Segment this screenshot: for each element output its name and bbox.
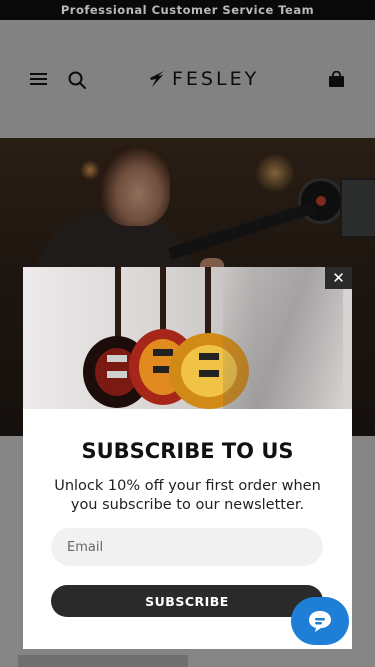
email-input[interactable] — [51, 528, 323, 566]
chat-bubble-icon — [309, 611, 331, 632]
chat-button[interactable] — [291, 597, 349, 645]
subscribe-popup: ✕ SUBSCRIBE TO US Unlock 10% off your fi… — [23, 267, 352, 649]
popup-guitars-image — [23, 267, 352, 409]
subscribe-button[interactable]: SUBSCRIBE — [51, 585, 323, 617]
popup-description: Unlock 10% off your first order when you… — [54, 478, 321, 513]
close-icon: ✕ — [332, 269, 345, 287]
close-popup-button[interactable]: ✕ — [325, 267, 352, 289]
popup-title: SUBSCRIBE TO US — [81, 439, 294, 463]
